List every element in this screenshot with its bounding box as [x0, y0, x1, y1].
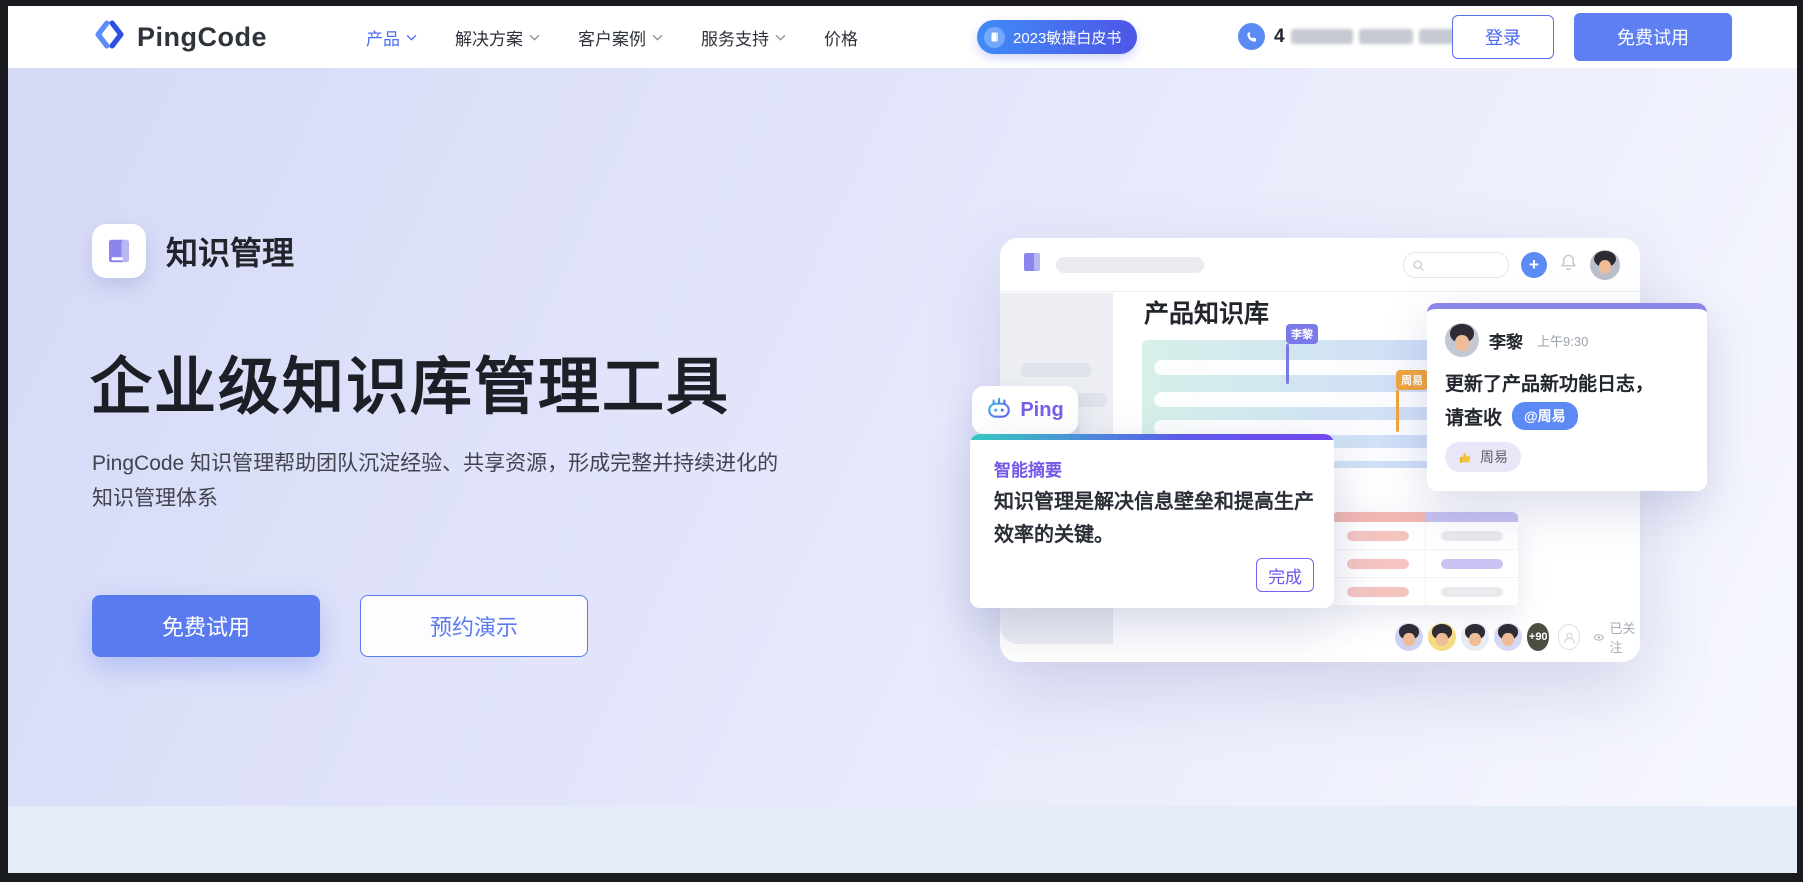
phone-number-prefix: 4	[1274, 26, 1285, 48]
reaction-pill: 周易	[1445, 442, 1521, 472]
main-nav: 产品 解决方案 客户案例 服务支持 价格	[366, 6, 858, 68]
table-row	[1332, 578, 1518, 606]
brand-name: PingCode	[137, 22, 267, 53]
nav-label: 解决方案	[455, 25, 523, 50]
doc-title: 产品知识库	[1144, 294, 1269, 330]
avatar	[1494, 623, 1522, 651]
phone-number-redacted	[1291, 29, 1353, 44]
chat-notification-card: 李黎 上午9:30 更新了产品新功能日志， 请查收 @周易 周易	[1427, 303, 1707, 491]
nav-item-products[interactable]: 产品	[366, 25, 417, 50]
nav-item-support[interactable]: 服务支持	[701, 25, 786, 50]
gradient-bar	[970, 434, 1334, 440]
person-icon	[1558, 624, 1579, 650]
avatar	[1445, 323, 1479, 357]
book-icon	[984, 27, 1005, 48]
collab-cursor-zhouyi: 周易	[1396, 370, 1428, 432]
summary-title: 智能摘要	[994, 456, 1062, 481]
done-button: 完成	[1256, 558, 1314, 592]
top-navbar: PingCode 产品 解决方案 客户案例 服务支持 价格	[8, 6, 1797, 68]
page: PingCode 产品 解决方案 客户案例 服务支持 价格	[8, 6, 1797, 873]
nav-item-customers[interactable]: 客户案例	[578, 25, 663, 50]
search-input	[1403, 252, 1509, 278]
nav-item-pricing[interactable]: 价格	[824, 25, 858, 50]
chat-timestamp: 上午9:30	[1537, 331, 1588, 350]
avatar	[1461, 623, 1489, 651]
chevron-down-icon	[775, 34, 786, 41]
avatar	[1395, 623, 1423, 651]
table-row	[1332, 550, 1518, 578]
cursor-flag-label: 周易	[1396, 370, 1428, 390]
reaction-label: 周易	[1480, 447, 1508, 467]
bell-icon	[1559, 253, 1578, 277]
pingcode-logo[interactable]: PingCode	[92, 17, 267, 57]
login-button[interactable]: 登录	[1452, 15, 1554, 59]
ping-bot-label: Ping	[1020, 399, 1063, 422]
nav-label: 价格	[824, 25, 858, 50]
placeholder-bar	[1020, 363, 1092, 377]
followed-label: 已关注	[1609, 618, 1640, 656]
avatar	[1590, 250, 1620, 280]
cursor-flag-label: 李黎	[1286, 324, 1318, 344]
chevron-down-icon	[529, 34, 540, 41]
mention-pill: @周易	[1512, 402, 1578, 430]
chat-header: 李黎 上午9:30	[1445, 323, 1689, 357]
followed-status: 已关注	[1593, 618, 1640, 656]
cursor-stem	[1396, 390, 1399, 432]
thumbs-up-icon	[1458, 450, 1473, 465]
avatar-overflow-count: +90	[1527, 623, 1549, 651]
mock-window-topbar: +	[1000, 238, 1640, 292]
phone-number-redacted	[1359, 29, 1413, 44]
summary-body: 知识管理是解决信息壁垒和提高生产效率的关键。	[994, 486, 1320, 552]
robot-icon	[986, 395, 1012, 426]
nav-label: 客户案例	[578, 25, 646, 50]
table-row	[1332, 522, 1518, 550]
cursor-stem	[1286, 344, 1289, 384]
plus-icon: +	[1521, 252, 1547, 278]
table-header	[1332, 512, 1518, 522]
phone-number: 4	[1274, 26, 1469, 48]
whitepaper-badge[interactable]: 2023敏捷白皮书	[977, 20, 1137, 54]
nav-label: 产品	[366, 25, 400, 50]
placeholder-bar	[1056, 257, 1204, 273]
collab-cursor-lili: 李黎	[1286, 324, 1318, 384]
mock-table-card	[1332, 512, 1518, 606]
nav-item-solutions[interactable]: 解决方案	[455, 25, 540, 50]
chevron-down-icon	[652, 34, 663, 41]
whitepaper-badge-label: 2023敏捷白皮书	[1013, 27, 1121, 48]
nav-label: 服务支持	[701, 25, 769, 50]
free-trial-button-header[interactable]: 免费试用	[1574, 13, 1732, 61]
pingcode-logo-icon	[92, 17, 127, 57]
followers-row: +90 已关注	[1395, 618, 1640, 656]
screenshot-frame: PingCode 产品 解决方案 客户案例 服务支持 价格	[0, 0, 1803, 882]
phone-icon	[1238, 23, 1265, 50]
chevron-down-icon	[406, 34, 417, 41]
product-illustration: + 产品知识库 李黎	[8, 6, 1797, 873]
smart-summary-card: 智能摘要 知识管理是解决信息壁垒和提高生产效率的关键。 完成	[970, 434, 1334, 608]
contact-phone[interactable]: 4	[1238, 23, 1469, 50]
chat-message-text: 请查收	[1445, 403, 1502, 430]
chat-message-line: 请查收 @周易	[1445, 402, 1689, 430]
chat-message-line: 更新了产品新功能日志，	[1445, 369, 1689, 396]
eye-icon	[1593, 630, 1605, 645]
search-icon	[1412, 259, 1425, 272]
avatar	[1428, 623, 1456, 651]
ping-bot-chip: Ping	[972, 386, 1078, 434]
book-icon	[1020, 250, 1044, 279]
chat-sender-name: 李黎	[1489, 328, 1523, 353]
